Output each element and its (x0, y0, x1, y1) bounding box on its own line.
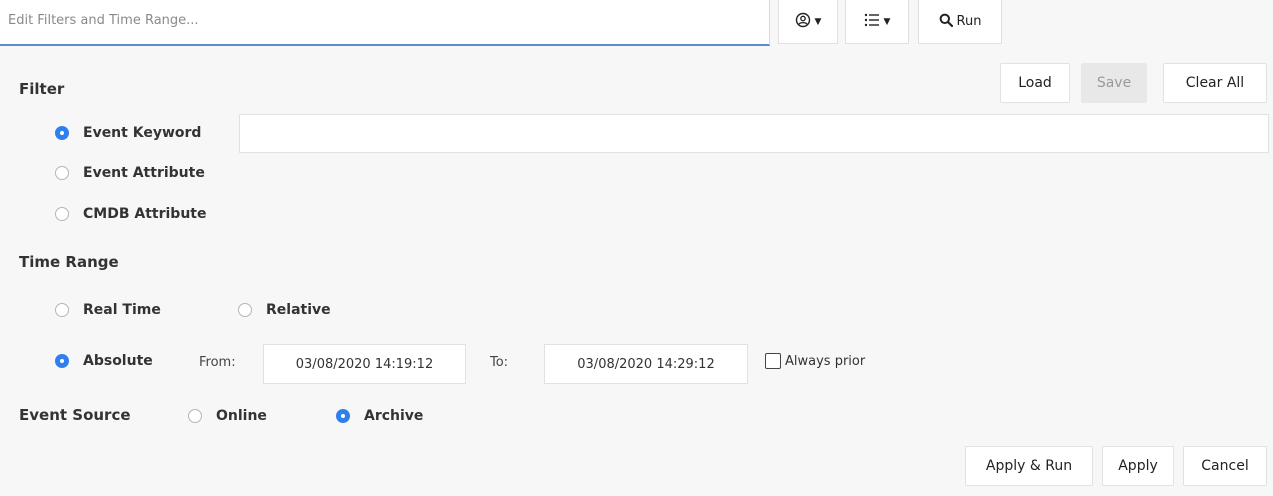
radio-event-attribute[interactable]: Event Attribute (55, 165, 205, 181)
user-menu-button[interactable]: ▼ (778, 0, 838, 44)
clear-all-button[interactable]: Clear All (1163, 63, 1267, 103)
load-button[interactable]: Load (1000, 63, 1070, 103)
radio-unselected-icon (188, 409, 202, 423)
radio-selected-icon (55, 354, 69, 368)
chevron-down-icon: ▼ (814, 16, 822, 27)
radio-unselected-icon (55, 166, 69, 180)
list-icon (864, 13, 880, 31)
radio-selected-icon (336, 409, 350, 423)
checkbox-unchecked-icon (765, 353, 781, 369)
radio-unselected-icon (55, 303, 69, 317)
search-icon (939, 13, 953, 31)
run-button-label: Run (956, 14, 982, 29)
to-label: To: (490, 355, 509, 370)
apply-run-button[interactable]: Apply & Run (965, 446, 1093, 486)
apply-button[interactable]: Apply (1102, 446, 1174, 486)
radio-unselected-icon (55, 207, 69, 221)
radio-real-time[interactable]: Real Time (55, 302, 161, 318)
event-source-heading: Event Source (19, 406, 131, 424)
radio-archive[interactable]: Archive (336, 408, 423, 424)
radio-relative[interactable]: Relative (238, 302, 331, 318)
always-prior-checkbox[interactable]: Always prior (765, 353, 865, 369)
user-circle-icon (795, 12, 811, 32)
radio-event-keyword[interactable]: Event Keyword (55, 125, 201, 141)
from-date-input[interactable]: 03/08/2020 14:19:12 (263, 344, 466, 384)
run-button[interactable]: Run (918, 0, 1002, 44)
radio-absolute[interactable]: Absolute (55, 353, 153, 369)
columns-menu-button[interactable]: ▼ (845, 0, 909, 44)
cancel-button[interactable]: Cancel (1183, 446, 1267, 486)
time-range-heading: Time Range (19, 253, 119, 271)
query-toolbar: Edit Filters and Time Range... ▼ ▼ Run (0, 0, 1273, 48)
to-date-input[interactable]: 03/08/2020 14:29:12 (544, 344, 748, 384)
save-button[interactable]: Save (1081, 63, 1147, 103)
chevron-down-icon: ▼ (883, 16, 891, 27)
radio-selected-icon (55, 126, 69, 140)
filter-heading: Filter (19, 80, 65, 98)
radio-cmdb-attribute[interactable]: CMDB Attribute (55, 206, 206, 222)
from-label: From: (199, 355, 236, 370)
radio-unselected-icon (238, 303, 252, 317)
event-keyword-input[interactable] (239, 114, 1269, 153)
filter-search-input[interactable]: Edit Filters and Time Range... (0, 0, 770, 46)
radio-online[interactable]: Online (188, 408, 267, 424)
